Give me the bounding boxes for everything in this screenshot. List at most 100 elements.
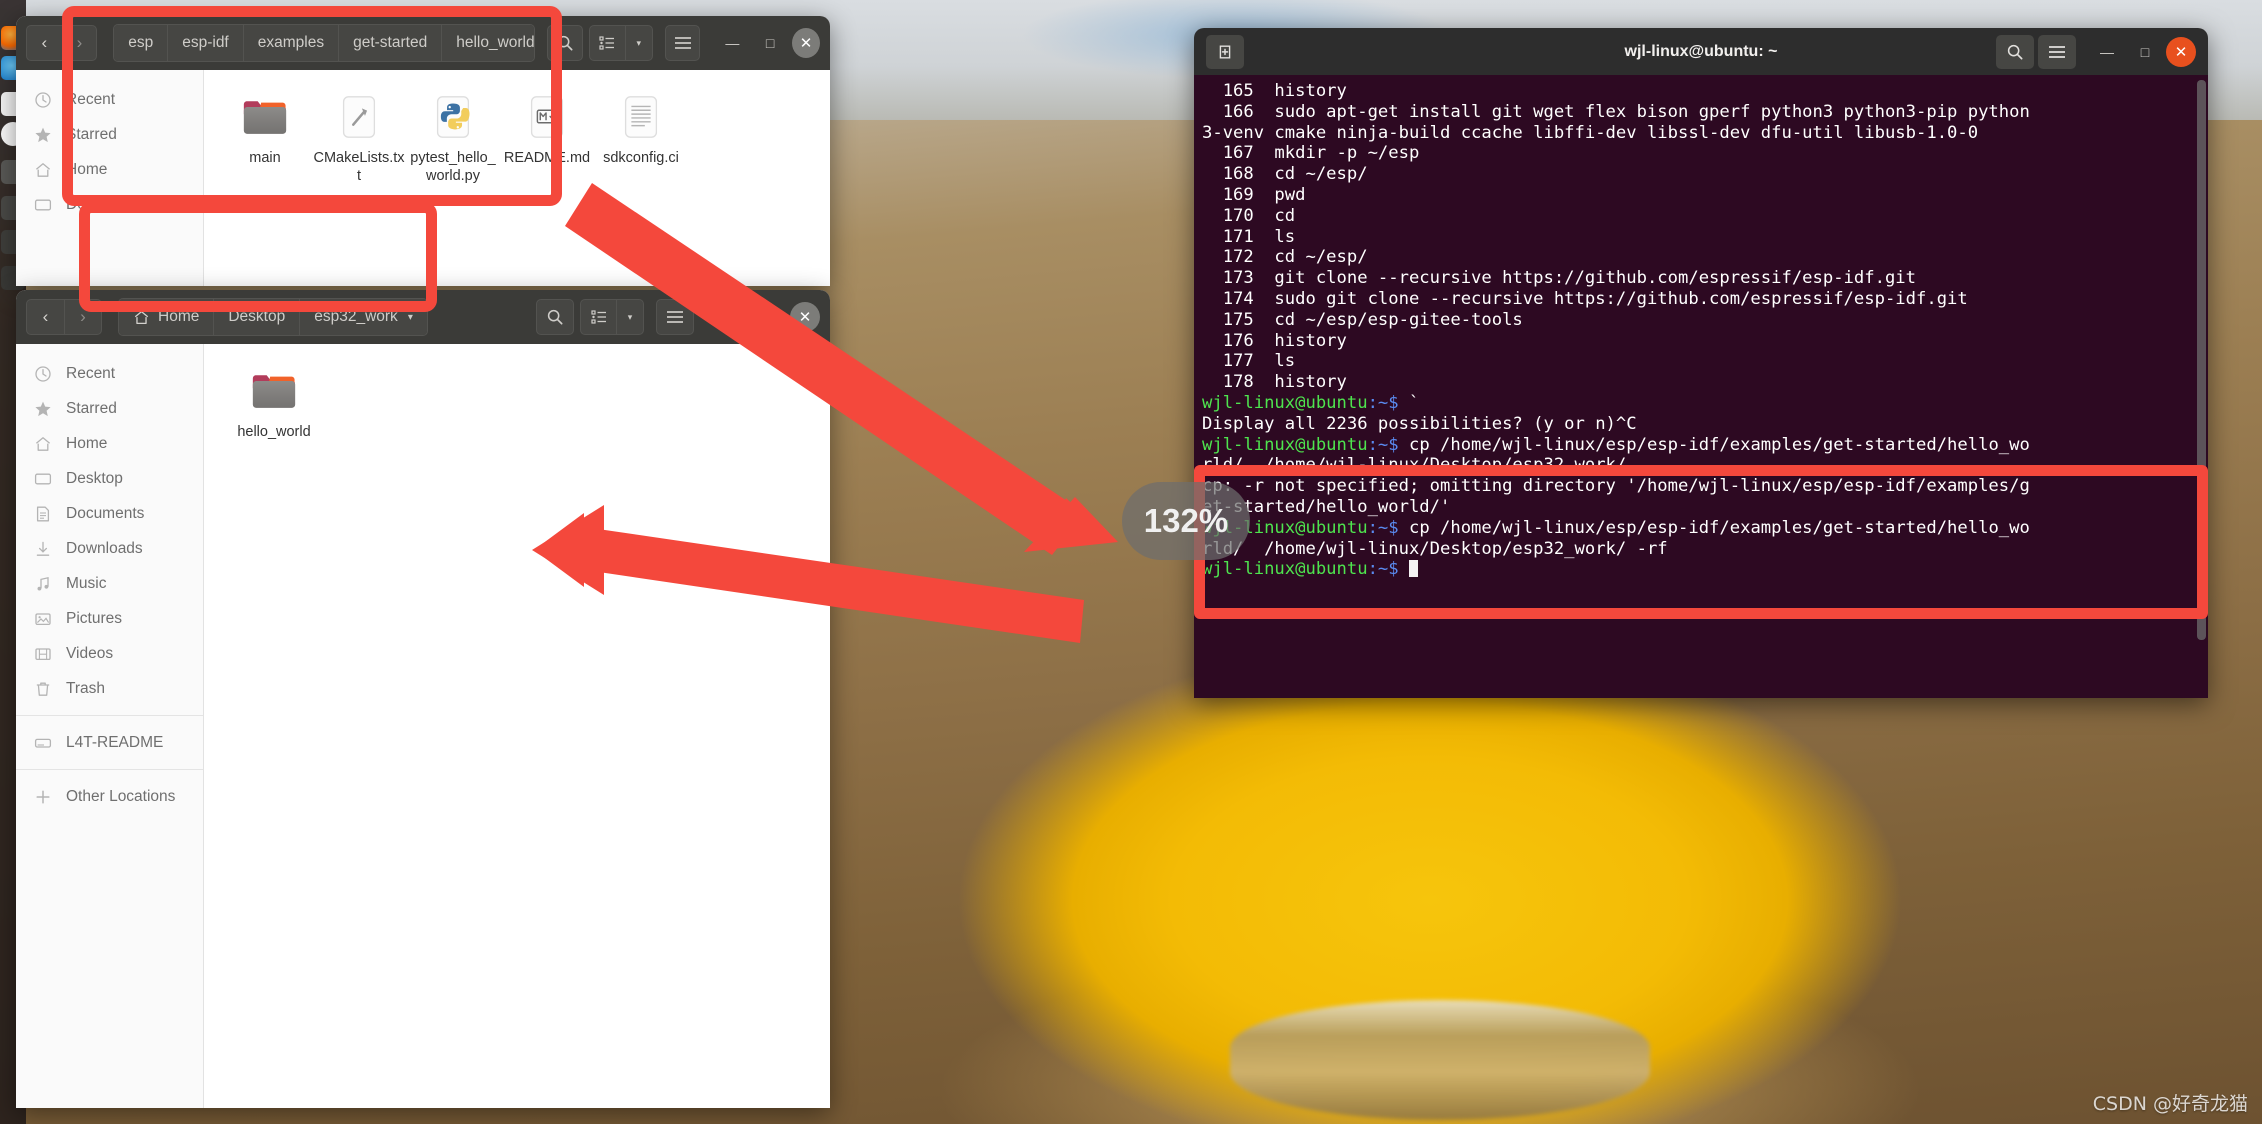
- breadcrumb-label: examples: [257, 34, 325, 51]
- file-item-main[interactable]: main: [218, 88, 312, 189]
- terminal-search-button[interactable]: [1996, 34, 2034, 69]
- breadcrumb[interactable]: esp esp-idf examples get-started hello_w…: [113, 24, 536, 62]
- search-button[interactable]: [547, 25, 583, 61]
- terminal-text: 168 cd ~/esp/: [1202, 164, 1368, 185]
- chevron-down-icon[interactable]: ▾: [408, 312, 413, 323]
- maximize-button[interactable]: □: [750, 300, 784, 334]
- view-options-button[interactable]: ▾: [624, 25, 653, 61]
- sidebar-item-label: Videos: [66, 644, 114, 662]
- terminal-command: cp /home/wjl-linux/esp/esp-idf/examples/…: [1398, 434, 2030, 455]
- file-name: hello_world: [237, 424, 311, 440]
- back-button[interactable]: ‹: [26, 299, 64, 335]
- download-icon: [36, 541, 50, 556]
- terminal-close-button[interactable]: ✕: [2166, 36, 2196, 67]
- window2-sidebar[interactable]: Recent Starred Home Desktop Documents Do…: [16, 344, 204, 1108]
- sidebar-item-recent[interactable]: Recent: [16, 82, 203, 117]
- terminal-text: 173 git clone --recursive https://github…: [1202, 268, 1916, 289]
- back-button[interactable]: ‹: [26, 25, 62, 61]
- breadcrumb-item-esp32-work[interactable]: esp32_work ▾: [300, 299, 427, 335]
- maximize-button[interactable]: □: [754, 26, 786, 60]
- sidebar-item-starred[interactable]: Starred: [16, 117, 203, 152]
- view-mode-group[interactable]: ▾: [580, 299, 644, 335]
- folder-icon: [243, 101, 287, 134]
- terminal-text: 165 history: [1202, 81, 1347, 101]
- breadcrumb[interactable]: Home Desktop esp32_work ▾: [118, 298, 428, 336]
- terminal-window[interactable]: wjl-linux@ubuntu: ~ — □ ✕ 165 history 16…: [1194, 28, 2208, 698]
- terminal-text: 3-venv cmake ninja-build ccache libffi-d…: [1202, 122, 1979, 143]
- main-menu-button[interactable]: [664, 25, 701, 61]
- window1-file-grid[interactable]: main CMakeLists.txt pytest_hello_world.p…: [204, 70, 830, 286]
- zoom-level-badge: 132%: [1122, 482, 1250, 560]
- file-manager-window-esp32-work[interactable]: ‹ › Home Desktop esp32_work ▾ ▾ — □ ✕ Re…: [16, 290, 830, 1108]
- python-file-icon: [436, 96, 470, 138]
- view-options-button[interactable]: ▾: [616, 299, 644, 335]
- terminal-line: wjl-linux@ubuntu:~$ cp /home/wjl-linux/e…: [1202, 518, 2208, 539]
- new-tab-button[interactable]: [1206, 34, 1244, 69]
- chevron-down-icon: ▾: [627, 311, 633, 322]
- terminal-minimize-button[interactable]: —: [2090, 35, 2124, 69]
- terminal-line: 175 cd ~/esp/esp-gitee-tools: [1202, 310, 2208, 331]
- sidebar-item-home[interactable]: Home: [16, 426, 203, 461]
- forward-button[interactable]: ›: [61, 25, 98, 61]
- window2-header[interactable]: ‹ › Home Desktop esp32_work ▾ ▾ — □ ✕: [16, 290, 830, 344]
- close-button[interactable]: ✕: [791, 28, 821, 58]
- sidebar-item-desktop[interactable]: Desktop: [16, 187, 203, 222]
- breadcrumb-item-hello-world[interactable]: hello_world ▾: [442, 25, 535, 61]
- breadcrumb-item-examples[interactable]: examples: [243, 25, 340, 61]
- breadcrumb-item-esp[interactable]: esp: [114, 25, 169, 61]
- view-mode-group[interactable]: ▾: [588, 25, 653, 61]
- sidebar-item-label: Home: [66, 434, 108, 452]
- documents-icon: [36, 506, 50, 521]
- sidebar-item-home[interactable]: Home: [16, 152, 203, 187]
- file-item-sdkconfig-ci[interactable]: sdkconfig.ci: [594, 88, 688, 189]
- list-view-button[interactable]: [588, 25, 625, 61]
- list-view-icon: [590, 310, 606, 324]
- sidebar-item-music[interactable]: Music: [16, 566, 203, 601]
- sidebar-item-documents[interactable]: Documents: [16, 496, 203, 531]
- breadcrumb-item-home[interactable]: Home: [119, 299, 215, 335]
- sidebar-item-other-locations[interactable]: Other Locations: [16, 779, 203, 814]
- minimize-button[interactable]: —: [710, 300, 744, 334]
- window1-header[interactable]: ‹ › esp esp-idf examples get-started hel…: [16, 16, 830, 70]
- terminal-line: 171 ls: [1202, 227, 2208, 248]
- terminal-line: 168 cd ~/esp/: [1202, 164, 2208, 185]
- list-view-button[interactable]: [580, 299, 616, 335]
- window1-sidebar[interactable]: Recent Starred Home Desktop: [16, 70, 204, 286]
- sidebar-item-l4t-readme[interactable]: L4T-README: [16, 725, 203, 760]
- sidebar-item-downloads[interactable]: Downloads: [16, 531, 203, 566]
- breadcrumb-item-get-started[interactable]: get-started: [339, 25, 443, 61]
- wallpaper-chrome-reflection: [1230, 1000, 1650, 1120]
- terminal-line: 167 mkdir -p ~/esp: [1202, 143, 2208, 164]
- sidebar-item-pictures[interactable]: Pictures: [16, 601, 203, 636]
- terminal-menu-button[interactable]: [2038, 34, 2076, 69]
- search-button[interactable]: [536, 299, 574, 335]
- file-item-cmakelists[interactable]: CMakeLists.txt: [312, 88, 406, 189]
- sidebar-item-videos[interactable]: Videos: [16, 636, 203, 671]
- file-item-hello-world[interactable]: hello_world: [218, 362, 330, 446]
- file-manager-window-hello-world[interactable]: ‹ › esp esp-idf examples get-started hel…: [16, 16, 830, 286]
- sidebar-item-starred[interactable]: Starred: [16, 391, 203, 426]
- breadcrumb-item-desktop[interactable]: Desktop: [214, 299, 301, 335]
- main-menu-button[interactable]: [656, 299, 694, 335]
- file-item-readme[interactable]: README.md: [500, 88, 594, 189]
- sidebar-item-desktop[interactable]: Desktop: [16, 461, 203, 496]
- breadcrumb-item-esp-idf[interactable]: esp-idf: [168, 25, 244, 61]
- terminal-text: 170 cd: [1202, 205, 1296, 226]
- sidebar-item-trash[interactable]: Trash: [16, 671, 203, 706]
- terminal-scrollbar[interactable]: [2197, 80, 2206, 640]
- terminal-output[interactable]: 165 history 166 sudo apt-get install git…: [1194, 75, 2208, 698]
- forward-button[interactable]: ›: [64, 299, 102, 335]
- terminal-header[interactable]: wjl-linux@ubuntu: ~ — □ ✕: [1194, 28, 2208, 75]
- videos-icon: [35, 647, 51, 660]
- markdown-file-icon: [530, 96, 564, 138]
- window2-file-grid[interactable]: hello_world: [204, 344, 830, 1108]
- terminal-maximize-button[interactable]: □: [2128, 35, 2162, 69]
- search-icon: [2007, 44, 2023, 60]
- terminal-header-buttons: — □ ✕: [1996, 34, 2196, 69]
- file-item-pytest-hello-world[interactable]: pytest_hello_world.py: [406, 88, 500, 189]
- sidebar-item-recent[interactable]: Recent: [16, 356, 203, 391]
- close-button[interactable]: ✕: [790, 302, 820, 332]
- minimize-button[interactable]: —: [716, 26, 748, 60]
- clock-icon: [35, 365, 51, 382]
- chevron-right-icon: ›: [80, 307, 86, 326]
